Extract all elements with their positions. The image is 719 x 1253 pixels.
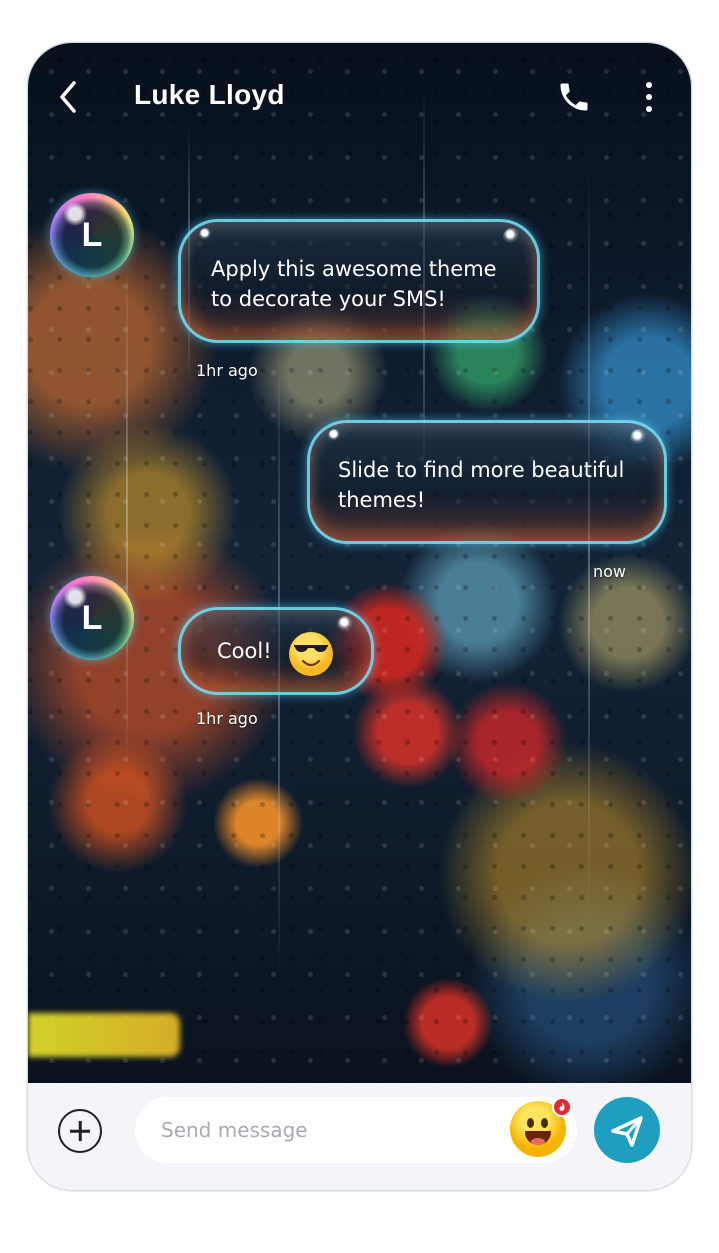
bubble-gloss: [337, 616, 355, 634]
bubble-gloss: [328, 429, 342, 443]
fire-icon: [559, 1102, 565, 1111]
contact-name: Luke Lloyd: [134, 79, 285, 110]
message-text-line: themes!: [338, 488, 426, 512]
message-timestamp: 1hr ago: [196, 709, 258, 728]
phone-frame: Luke Lloyd L Apply this awesome theme to…: [28, 43, 691, 1190]
message-bubble-incoming[interactable]: Apply this awesome theme to decorate you…: [178, 219, 540, 343]
message-text-line: Slide to find more beautiful: [338, 458, 625, 482]
plus-circle-icon[interactable]: [58, 1109, 102, 1153]
avatar[interactable]: L: [50, 576, 134, 660]
message-text: Apply this awesome theme to decorate you…: [211, 254, 513, 314]
message-timestamp: now: [593, 562, 627, 581]
message-timestamp: 1hr ago: [196, 361, 258, 380]
smiling-face-with-sunglasses-icon: [289, 632, 333, 676]
message-bubble-outgoing[interactable]: Slide to find more beautiful themes!: [307, 420, 667, 544]
chat-header: Luke Lloyd: [28, 43, 691, 147]
send-button[interactable]: [594, 1097, 660, 1163]
send-icon: [611, 1116, 643, 1147]
notification-badge: [552, 1097, 572, 1117]
phone-icon: [560, 83, 588, 111]
avatar-letter: L: [81, 216, 103, 254]
message-text-line: Apply this awesome theme: [211, 257, 497, 281]
message-bubble-incoming[interactable]: Cool!: [178, 607, 374, 695]
avatar-letter: L: [81, 599, 103, 637]
emoji-eye: [527, 1118, 534, 1128]
message-text: Slide to find more beautiful themes!: [338, 455, 640, 515]
bubble-gloss: [630, 429, 648, 447]
bubble-gloss: [199, 228, 213, 242]
more-options-button[interactable]: [640, 79, 658, 115]
bubble-gloss: [503, 228, 521, 246]
smile-mouth: [301, 660, 321, 667]
message-composer: [28, 1083, 691, 1190]
rain-rivulet: [126, 253, 128, 773]
light-streak: [28, 1013, 180, 1057]
message-text-line: to decorate your SMS!: [211, 287, 446, 311]
back-button[interactable]: [54, 77, 84, 117]
sunglasses-icon: [294, 645, 328, 653]
emoji-mouth: [525, 1131, 551, 1145]
more-vertical-icon: [646, 82, 652, 112]
emoji-eye: [541, 1118, 548, 1128]
chevron-left-icon: [60, 81, 76, 113]
avatar[interactable]: L: [50, 193, 134, 277]
call-button[interactable]: [556, 79, 592, 115]
